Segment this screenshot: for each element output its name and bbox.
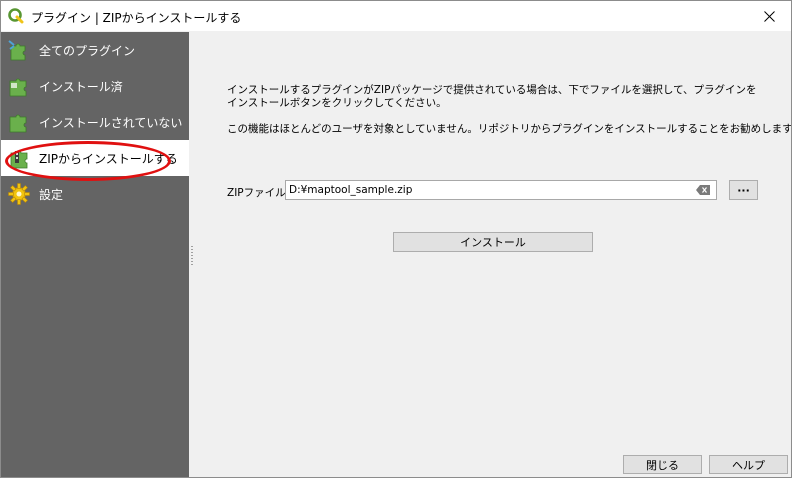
- sidebar-item-label: 全てのプラグイン: [39, 43, 136, 58]
- not-installed-plugins-icon: [9, 114, 27, 133]
- all-plugins-icon: [8, 40, 26, 61]
- window-close-button[interactable]: [747, 1, 791, 31]
- close-icon: [763, 10, 775, 22]
- clear-icon[interactable]: [696, 185, 710, 195]
- sidebar-item-all[interactable]: 全てのプラグイン: [1, 32, 189, 68]
- plugin-sidebar: 全てのプラグイン インストール済 インストールされていない ZIPからインストー…: [1, 32, 189, 477]
- installed-plugins-icon: [9, 78, 27, 97]
- sidebar-item-label: インストール済: [39, 79, 123, 94]
- highlight-annotation-oval: [5, 141, 171, 181]
- settings-gear-icon: [8, 183, 30, 205]
- window-title: プラグイン | ZIPからインストールする: [31, 11, 242, 25]
- zip-file-label: ZIPファイル:: [227, 187, 290, 199]
- zip-file-field[interactable]: [285, 180, 717, 200]
- close-button[interactable]: 閉じる: [623, 455, 702, 474]
- sidebar-item-settings[interactable]: 設定: [1, 176, 189, 212]
- qgis-logo-icon: [8, 8, 24, 24]
- install-description-text: インストールするプラグインがZIPパッケージで提供されている場合は、下でファイル…: [227, 84, 757, 109]
- sidebar-item-label: インストールされていない: [39, 115, 183, 130]
- sidebar-item-label: 設定: [39, 187, 64, 202]
- install-from-zip-panel: インストールするプラグインがZIPパッケージで提供されている場合は、下でファイル…: [193, 32, 791, 477]
- title-bar: プラグイン | ZIPからインストールする: [1, 1, 791, 31]
- install-plugin-button[interactable]: インストール: [393, 232, 593, 252]
- sidebar-item-installed[interactable]: インストール済: [1, 68, 189, 104]
- zip-file-input[interactable]: [289, 182, 689, 198]
- sidebar-item-not-installed[interactable]: インストールされていない: [1, 104, 189, 140]
- help-button[interactable]: ヘルプ: [709, 455, 788, 474]
- install-warning-text: この機能はほとんどのユーザを対象としていません。リポジトリからプラグインをインス…: [227, 123, 792, 135]
- browse-file-button[interactable]: ···: [729, 180, 758, 200]
- plugin-manager-window: プラグイン | ZIPからインストールする 全てのプラグイン インストール済 イ…: [0, 0, 792, 478]
